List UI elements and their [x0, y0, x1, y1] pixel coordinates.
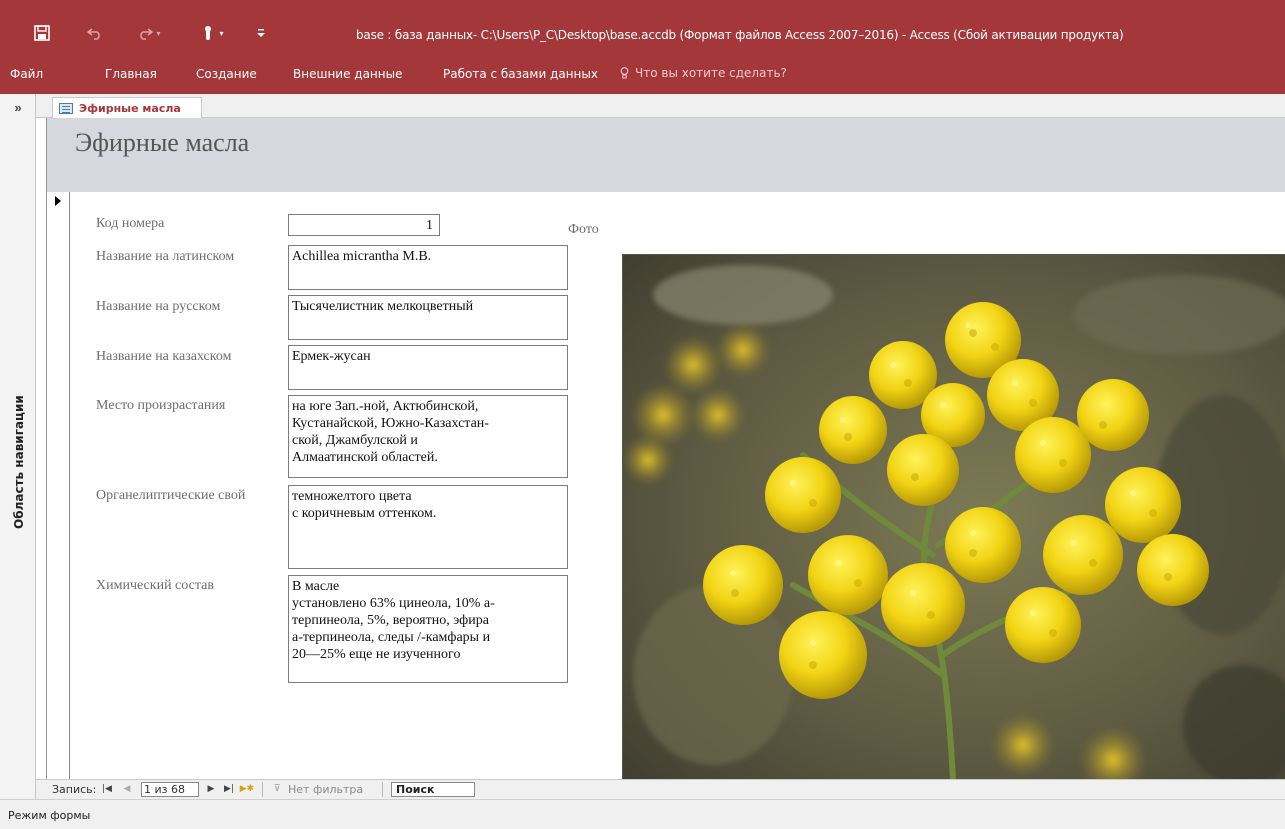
lightbulb-icon: [620, 67, 629, 79]
previous-record-icon[interactable]: ◀: [120, 782, 134, 796]
label-latin-name: Название на латинском: [96, 249, 235, 264]
filter-icon: ⊽: [273, 784, 281, 794]
tab-file[interactable]: Файл: [10, 67, 43, 81]
record-navigation-bar: Запись: |◀ ◀ 1 из 68 ▶ ▶| ▶✱ ⊽ Нет фильт…: [36, 779, 1285, 799]
latin-name-field[interactable]: Achillea micrantha M.B.: [288, 245, 568, 290]
label-habitat: Место произрастания: [96, 398, 226, 413]
last-record-icon[interactable]: ▶|: [222, 782, 236, 796]
status-bar: Режим формы: [0, 799, 1285, 829]
form-title: Эфирные масла: [75, 128, 250, 157]
chemical-composition-field[interactable]: В масле установлено 63% цинеола, 10% а- …: [288, 575, 568, 683]
navigation-pane: » Область навигации: [0, 94, 36, 799]
habitat-field[interactable]: на юге Зап.-ной, Актюбинской, Кустанайск…: [288, 395, 568, 478]
save-icon[interactable]: [30, 22, 54, 44]
label-organoleptic: Органелиптические свой: [96, 488, 246, 503]
current-record-arrow-icon: [55, 196, 61, 206]
document-area: Эфирные масла Эфирные масла Код номера Н…: [36, 94, 1285, 799]
next-record-icon[interactable]: ▶: [204, 782, 218, 796]
tell-me-text: Что вы хотите сделать?: [635, 66, 787, 80]
view-mode-status: Режим формы: [8, 809, 91, 822]
tell-me-box[interactable]: Что вы хотите сделать?: [620, 66, 787, 80]
record-label: Запись:: [52, 783, 97, 796]
tab-database-tools[interactable]: Работа с базами данных: [443, 67, 598, 81]
title-bar: ▾ ▾ base : база данных- C:\Users\P_C\Des…: [0, 0, 1285, 58]
photo-image[interactable]: [622, 254, 1285, 779]
ribbon-tabs: Файл Главная Создание Внешние данные Раб…: [0, 58, 1285, 94]
redo-icon[interactable]: ▾: [132, 22, 166, 44]
form-header: Эфирные масла: [46, 118, 1285, 192]
undo-icon[interactable]: [84, 22, 106, 44]
new-record-icon[interactable]: ▶✱: [240, 782, 254, 796]
form-icon: [59, 103, 73, 114]
separator: [382, 782, 383, 797]
russian-name-field[interactable]: Тысячелистник мелкоцветный: [288, 295, 568, 340]
document-tab-strip: Эфирные масла: [36, 94, 1285, 119]
organoleptic-field[interactable]: темножелтого цвета с коричневым оттенком…: [288, 485, 568, 569]
separator: [262, 782, 263, 797]
search-input[interactable]: Поиск: [391, 782, 475, 797]
nav-pane-label[interactable]: Область навигации: [12, 395, 26, 529]
label-russian-name: Название на русском: [96, 299, 221, 314]
tab-home[interactable]: Главная: [105, 67, 157, 81]
tab-create[interactable]: Создание: [196, 67, 257, 81]
document-tab-label: Эфирные масла: [79, 102, 181, 115]
window-title: base : база данных- C:\Users\P_C\Desktop…: [356, 28, 1124, 42]
label-id: Код номера: [96, 216, 165, 231]
current-record-input[interactable]: 1 из 68: [141, 782, 199, 797]
filter-status[interactable]: Нет фильтра: [288, 783, 363, 796]
customize-qat-icon[interactable]: [252, 22, 270, 44]
label-kazakh-name: Название на казахском: [96, 349, 232, 364]
label-chemical-composition: Химический состав: [96, 578, 214, 593]
record-selector[interactable]: [46, 192, 70, 779]
label-photo: Фото: [568, 222, 599, 237]
tab-external-data[interactable]: Внешние данные: [293, 67, 402, 81]
id-field[interactable]: 1: [288, 214, 440, 236]
nav-pane-toggle[interactable]: »: [0, 100, 36, 115]
document-tab[interactable]: Эфирные масла: [52, 97, 202, 119]
kazakh-name-field[interactable]: Ермек-жусан: [288, 345, 568, 390]
first-record-icon[interactable]: |◀: [100, 782, 114, 796]
touch-mode-icon[interactable]: ▾: [196, 22, 230, 44]
